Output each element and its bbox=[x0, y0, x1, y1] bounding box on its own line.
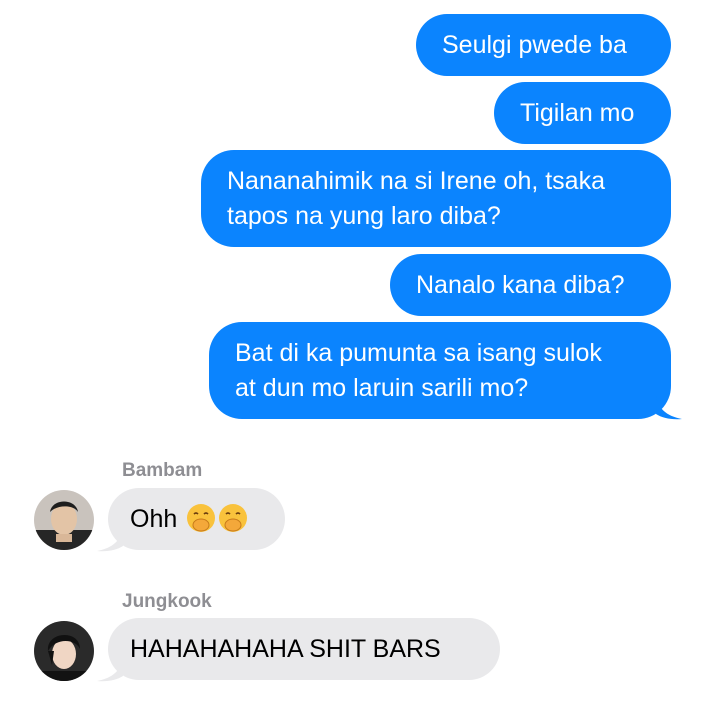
bubble-tail bbox=[656, 396, 682, 420]
message-text: Seulgi pwede ba bbox=[442, 31, 627, 59]
avatar[interactable] bbox=[34, 621, 94, 681]
message-text-line: Nananahimik na si Irene oh, tsaka bbox=[227, 167, 605, 195]
bubble-tail bbox=[97, 658, 123, 682]
message-text-line: Bat di ka pumunta sa isang sulok bbox=[235, 339, 602, 367]
avatar-photo-icon bbox=[34, 621, 94, 681]
message-thread: Seulgi pwede ba Tigilan mo Nananahimik n… bbox=[0, 0, 720, 703]
face-with-hand-over-mouth-icon bbox=[187, 504, 216, 532]
outgoing-message[interactable]: Tigilan mo bbox=[494, 82, 671, 144]
avatar[interactable] bbox=[34, 490, 94, 550]
outgoing-message[interactable]: Seulgi pwede ba bbox=[416, 14, 671, 76]
bubble-tail bbox=[97, 528, 123, 552]
message-text: Tigilan mo bbox=[520, 99, 635, 127]
message-text: HAHAHAHAHA SHIT BARS bbox=[130, 635, 441, 663]
incoming-message[interactable]: HAHAHAHAHA SHIT BARS bbox=[108, 618, 500, 680]
outgoing-message[interactable]: Nananahimik na si Irene oh, tsaka tapos … bbox=[201, 150, 671, 247]
sender-name: Jungkook bbox=[122, 591, 212, 612]
message-text-line: at dun mo laruin sarili mo? bbox=[235, 374, 529, 402]
message-text: Ohh bbox=[130, 505, 178, 533]
face-with-hand-over-mouth-icon bbox=[219, 504, 248, 532]
avatar-photo-icon bbox=[34, 490, 94, 550]
outgoing-message[interactable]: Nanalo kana diba? bbox=[390, 254, 671, 316]
outgoing-message[interactable]: Bat di ka pumunta sa isang sulok at dun … bbox=[209, 322, 671, 419]
incoming-message[interactable]: Ohh bbox=[108, 488, 285, 550]
message-text: Nanalo kana diba? bbox=[416, 271, 625, 299]
sender-name: Bambam bbox=[122, 460, 203, 481]
message-text-line: tapos na yung laro diba? bbox=[227, 202, 501, 230]
